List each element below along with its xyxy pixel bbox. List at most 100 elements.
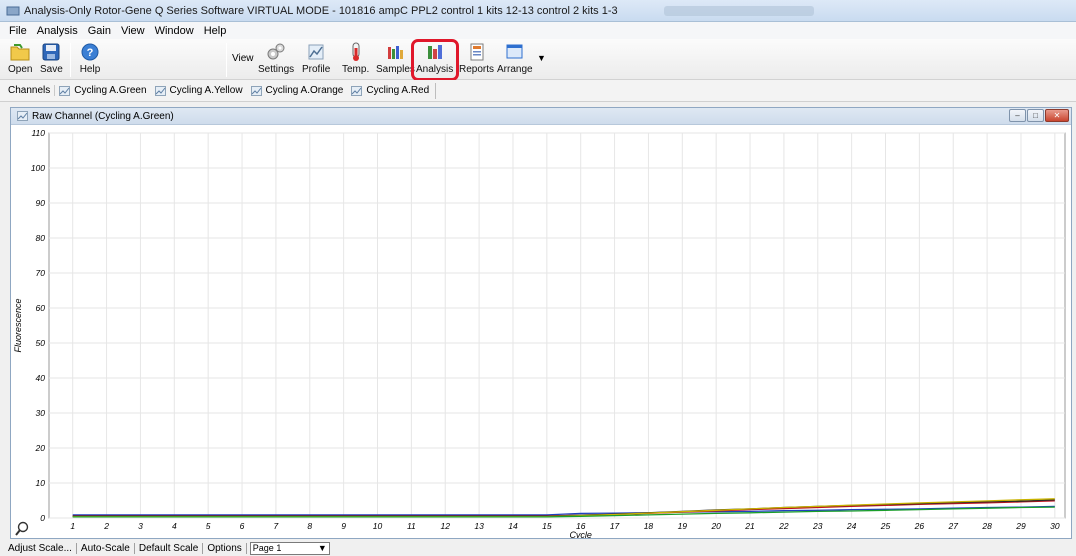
x-tick-label: 17 [610,521,620,531]
x-tick-label: 12 [441,521,451,531]
x-tick-label: 22 [778,521,789,531]
minimize-icon[interactable]: – [1009,109,1026,122]
profile-button[interactable]: Profile [302,41,330,75]
x-tick-label: 24 [846,521,857,531]
y-tick-label: 30 [36,408,46,418]
window-title: Analysis-Only Rotor-Gene Q Series Softwa… [24,4,618,17]
open-button[interactable]: Open [8,41,32,75]
x-tick-label: 30 [1050,521,1060,531]
samples-icon [384,41,406,63]
x-tick-label: 9 [341,521,346,531]
channels-label: Channels [4,85,56,96]
x-tick-label: 28 [981,521,992,531]
chart-icon [351,85,363,96]
svg-text:?: ? [87,47,94,59]
plot-area [48,132,1066,519]
y-tick-label: 0 [40,513,45,523]
x-tick-label: 20 [710,521,721,531]
y-tick-label: 90 [36,198,46,208]
y-tick-label: 50 [36,338,46,348]
x-tick-label: 6 [240,521,245,531]
x-tick-label: 29 [1015,521,1026,531]
floppy-icon [40,41,62,63]
x-tick-label: 21 [744,521,755,531]
analysis-button[interactable]: Analysis [416,41,453,75]
windows-icon [504,41,526,63]
save-button[interactable]: Save [40,41,63,75]
x-tick-label: 27 [948,521,959,531]
x-tick-label: 2 [103,521,109,531]
temp-button[interactable]: Temp. [342,41,369,75]
x-tick-label: 7 [274,521,279,531]
settings-button[interactable]: Settings [258,41,294,75]
y-tick-label: 80 [36,233,46,243]
x-tick-label: 26 [914,521,925,531]
y-tick-label: 100 [31,163,45,173]
app-icon [6,5,20,17]
analysis-icon [424,41,446,63]
gears-icon [265,41,287,63]
child-title-bar: Raw Channel (Cycling A.Green) – □ ✕ [11,108,1071,125]
x-tick-label: 4 [172,521,177,531]
folder-icon [9,41,31,63]
x-tick-label: 8 [307,521,312,531]
profile-icon [305,41,327,63]
chart-icon [59,85,71,96]
toolbar-separator [226,43,227,77]
chart-icon [17,111,28,121]
chevron-down-icon: ▼ [317,543,327,553]
view-label: View [232,53,254,64]
y-tick-label: 110 [31,128,45,138]
default-scale-button[interactable]: Default Scale [135,542,204,554]
menu-bar: File Analysis Gain View Window Help [0,22,1076,39]
reports-button[interactable]: Reports [459,41,494,75]
channel-green[interactable]: Cycling A.Green [59,85,147,96]
chart-grid [48,132,1066,519]
adjust-scale-button[interactable]: Adjust Scale... [4,542,77,554]
x-tick-label: 23 [812,521,823,531]
thermometer-icon [345,41,367,63]
x-tick-label: 15 [542,521,552,531]
chart-icon [250,85,262,96]
x-tick-label: 1 [70,521,75,531]
options-button[interactable]: Options [203,542,247,554]
x-tick-label: 3 [138,521,143,531]
menu-view[interactable]: View [116,25,150,37]
x-tick-label: 19 [678,521,688,531]
fluorescence-chart[interactable]: 01020304050607080901001101 2 3 4 5 6 7 8 9 10 11 12… [11,125,1071,538]
toolbar-separator [70,43,71,77]
child-window-title: Raw Channel (Cycling A.Green) [32,110,174,122]
zoom-icon[interactable] [15,521,29,536]
x-tick-label: 11 [407,521,416,531]
x-tick-label: 25 [880,521,891,531]
raw-channel-window: Raw Channel (Cycling A.Green) – □ ✕ 0 10 2… [10,107,1072,539]
menu-window[interactable]: Window [150,25,199,37]
y-tick-label: 60 [36,303,46,313]
menu-analysis[interactable]: Analysis [32,25,83,37]
arrange-button[interactable]: Arrange [497,41,533,75]
menu-help[interactable]: Help [199,25,232,37]
chevron-down-icon[interactable]: ▼ [537,53,546,63]
taskbar-blur [663,5,814,16]
x-tick-label: 13 [474,521,484,531]
menu-gain[interactable]: Gain [83,25,116,37]
maximize-icon[interactable]: □ [1027,109,1044,122]
auto-scale-button[interactable]: Auto-Scale [77,542,135,554]
window-controls: – □ ✕ [1008,109,1069,122]
menu-file[interactable]: File [4,25,32,37]
x-tick-label: 5 [206,521,211,531]
y-tick-label: 10 [36,478,46,488]
chart-icon [154,85,166,96]
channel-bar-end [435,82,437,99]
x-axis-label: Cycle [569,530,592,538]
help-button[interactable]: ? Help [79,41,101,75]
channel-yellow[interactable]: Cycling A.Yellow [154,85,243,96]
samples-button[interactable]: Samples [376,41,415,75]
channel-red[interactable]: Cycling A.Red [351,85,429,96]
page-select[interactable]: Page 1 ▼ [249,541,330,555]
report-icon [466,41,488,63]
close-icon[interactable]: ✕ [1045,109,1069,122]
status-bar: Adjust Scale... Auto-Scale Default Scale… [0,540,1076,556]
y-tick-label: 40 [36,373,46,383]
channel-orange[interactable]: Cycling A.Orange [250,85,343,96]
